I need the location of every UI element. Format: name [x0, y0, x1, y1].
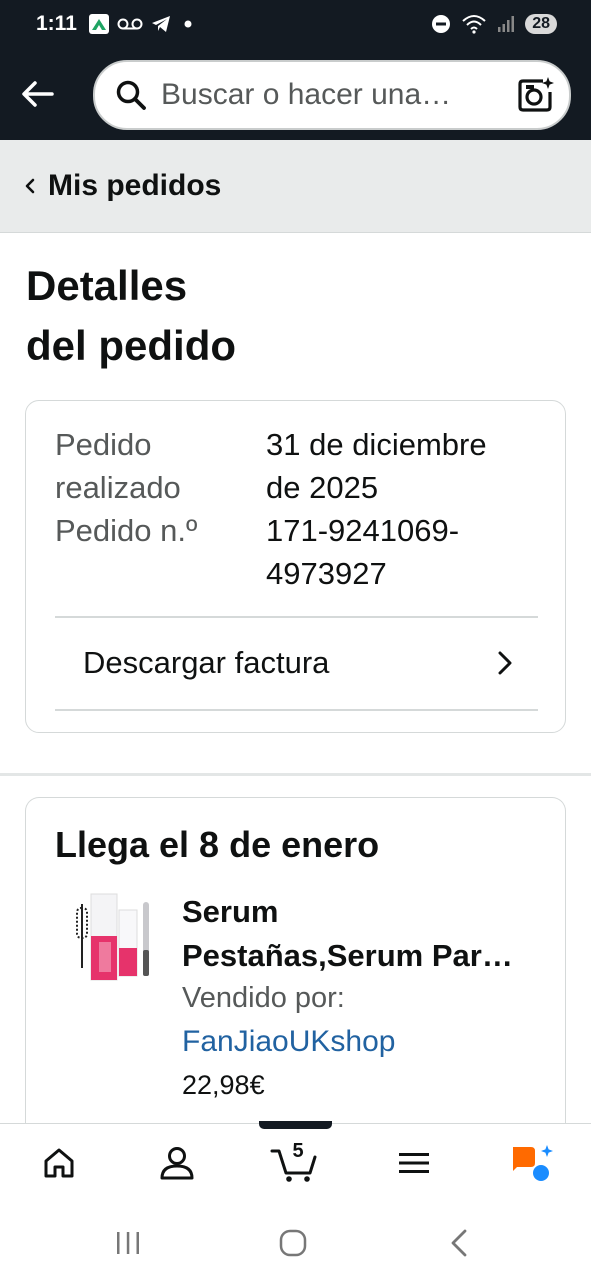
product-price: 22,98€ — [182, 1070, 265, 1100]
nav-home-button[interactable] — [29, 1138, 89, 1188]
download-invoice-button[interactable]: Descargar factura — [55, 617, 538, 709]
camera-lens-icon[interactable] — [517, 76, 555, 114]
section-separator — [0, 773, 591, 776]
chevron-left-icon — [25, 178, 35, 194]
order-placed-date-line1: 31 de diciembre — [266, 427, 487, 462]
sold-by-label: Vendido por: — [182, 982, 345, 1014]
status-time: 1:11 — [36, 12, 77, 35]
nav-cart-button[interactable]: 5 — [264, 1138, 324, 1188]
nav-rufus-button[interactable] — [502, 1138, 562, 1188]
status-notification-icons — [88, 14, 197, 34]
status-bar: 1:11 28 — [0, 0, 591, 48]
active-tab-indicator — [259, 1121, 332, 1129]
order-number-line1: 171-9241069- — [266, 513, 460, 548]
order-placed-date-line2: de 2025 — [266, 470, 379, 505]
download-invoice-label: Descargar factura — [83, 645, 330, 680]
search-icon — [116, 80, 146, 110]
shipment-card: Llega el 8 de enero Serum Pestañas,Serum… — [25, 797, 566, 1157]
page-title: Detalles del pedido — [26, 256, 426, 376]
wifi-icon — [462, 15, 486, 34]
divider — [55, 709, 538, 711]
back-arrow-icon[interactable] — [18, 74, 58, 114]
page-title-line2: del pedido — [26, 322, 236, 369]
order-number-label: Pedido n.º — [55, 513, 198, 548]
product-title-line1: Serum — [182, 894, 279, 929]
battery-level: 28 — [525, 14, 557, 34]
seller-link[interactable]: FanJiaoUKshop — [182, 1025, 395, 1059]
home-icon — [44, 1148, 74, 1178]
nav-account-button[interactable] — [147, 1138, 207, 1188]
arrival-date-heading: Llega el 8 de enero — [55, 824, 380, 865]
product-title-link[interactable]: Serum Pestañas,Serum Par… — [182, 890, 542, 978]
dot-icon — [184, 20, 192, 28]
order-placed-label-line2: realizado — [55, 470, 181, 505]
product-thumbnail[interactable] — [59, 890, 159, 990]
nav-menu-button[interactable] — [384, 1138, 444, 1188]
page-title-line1: Detalles — [26, 262, 188, 309]
app-header: Buscar o hacer una… — [0, 48, 591, 140]
order-placed-label-line1: Pedido — [55, 427, 152, 462]
breadcrumb-my-orders-link[interactable]: Mis pedidos — [48, 169, 221, 203]
voicemail-icon — [117, 18, 143, 30]
search-bar[interactable]: Buscar o hacer una… — [93, 60, 571, 130]
signal-icon — [498, 16, 515, 32]
cart-count-badge: 5 — [292, 1140, 304, 1162]
app-notification-icon — [88, 14, 109, 34]
order-number-line2: 4973927 — [266, 556, 387, 591]
bottom-navigation: 5 — [0, 1121, 591, 1203]
search-input[interactable]: Buscar o hacer una… — [161, 78, 509, 112]
telegram-icon — [151, 16, 170, 32]
home-button-icon[interactable] — [273, 1225, 313, 1261]
do-not-disturb-icon — [432, 15, 451, 33]
system-back-icon[interactable] — [440, 1225, 480, 1261]
product-title-line2: Pestañas,Serum Par… — [182, 938, 513, 973]
hamburger-menu-icon — [399, 1153, 429, 1173]
system-navigation-bar — [0, 1203, 591, 1280]
chevron-right-icon — [498, 651, 512, 675]
order-summary-card: Pedido realizado 31 de diciembre de 2025… — [25, 400, 566, 733]
recent-apps-icon[interactable] — [108, 1225, 148, 1261]
account-icon — [160, 1147, 194, 1180]
breadcrumb[interactable]: Mis pedidos — [0, 140, 591, 233]
rufus-assistant-icon — [513, 1145, 553, 1181]
